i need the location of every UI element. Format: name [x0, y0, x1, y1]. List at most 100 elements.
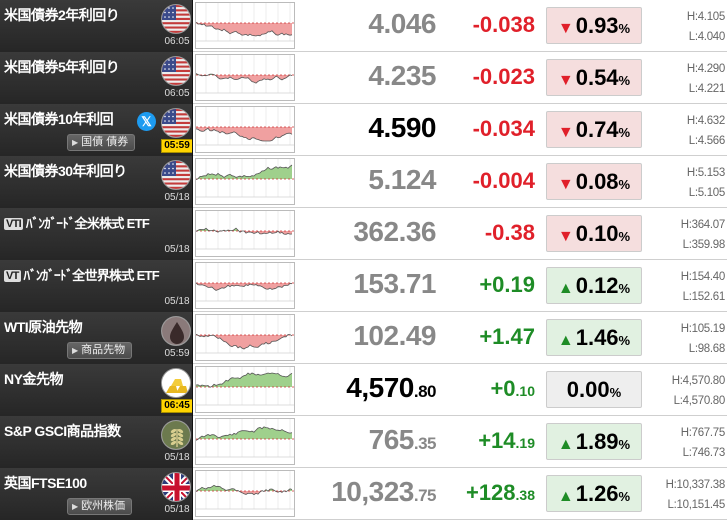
instrument-cell[interactable]: VT ﾊﾞﾝｶﾞｰﾄﾞ全世界株式 ETF 05/18 [0, 260, 193, 312]
percent-value: 0.74 [575, 117, 619, 142]
sparkline-chart[interactable] [195, 54, 295, 101]
arrow-down-icon: ▼ [557, 20, 574, 37]
quote-row[interactable]: 米国債券2年利回り 06:05 4.046 -0.038 ▼0.93% H:4.105 L:… [0, 0, 727, 52]
arrow-up-icon: ▲ [557, 280, 574, 297]
quote-row[interactable]: 英国FTSE100 ▶ 欧州株価 05/18 10,323.75 +128.38 ▲1.26… [0, 468, 727, 520]
price-integer: 102.49 [353, 320, 436, 351]
arrow-down-icon: ▼ [557, 72, 574, 89]
change-decimal: .38 [515, 487, 535, 503]
category-tag-button[interactable]: ▶ 国債 債券 [67, 134, 136, 151]
sparkline-chart[interactable] [195, 262, 295, 309]
arrow-down-icon: ▼ [557, 228, 574, 245]
update-time: 05/18 [164, 244, 190, 255]
instrument-cell[interactable]: S&P GSCI商品指数 05/18 [0, 416, 193, 468]
instrument-cell[interactable]: VTI ﾊﾞﾝｶﾞｰﾄﾞ全米株式 ETF 05/18 [0, 208, 193, 260]
quote-row[interactable]: WTI原油先物 ▶ 商品先物 05:59 102.49 +1.47 ▲1.46% H:105.… [0, 312, 727, 364]
sparkline-chart[interactable] [195, 314, 295, 361]
change-integer: +128 [465, 480, 516, 505]
sparkline-chart[interactable] [195, 2, 295, 49]
arrow-up-icon: ▲ [557, 488, 574, 505]
quote-row[interactable]: 米国債券5年利回り 06:05 4.235 -0.023 ▼0.54% H:4.290 L:… [0, 52, 727, 104]
change-integer: -0.038 [472, 12, 535, 37]
quote-row[interactable]: S&P GSCI商品指数 05/18 765.35 +14.19 ▲1.89% H:767… [0, 416, 727, 468]
percent-sign: % [618, 73, 631, 88]
instrument-name[interactable]: VT ﾊﾞﾝｶﾞｰﾄﾞ全世界株式 ETF [4, 265, 160, 284]
day-low: L:746.73 [682, 447, 726, 459]
instrument-cell[interactable]: 米国債券5年利回り 06:05 [0, 52, 193, 104]
instrument-name[interactable]: 米国債券2年利回り [4, 5, 120, 25]
last-price: 4.235 [300, 60, 436, 92]
net-change: -0.038 [440, 12, 535, 38]
percent-change-box: ▲1.26% [546, 475, 642, 512]
instrument-name[interactable]: S&P GSCI商品指数 [4, 421, 121, 441]
price-integer: 10,323 [331, 476, 414, 507]
day-high: H:767.75 [680, 427, 726, 439]
quote-row[interactable]: 米国債券30年利回り 05/18 5.124 -0.004 ▼0.08% H:5.153 L… [0, 156, 727, 208]
quote-row[interactable]: VTI ﾊﾞﾝｶﾞｰﾄﾞ全米株式 ETF 05/18 362.36 -0.38 ▼0.10… [0, 208, 727, 260]
percent-value: 1.89 [575, 429, 619, 454]
x-share-icon[interactable]: 𝕏 [137, 112, 156, 131]
instrument-name[interactable]: 米国債券10年利回 [4, 109, 114, 129]
instrument-name-text: 英国FTSE100 [4, 475, 87, 491]
percent-change-box: 0.00% [546, 371, 642, 408]
instrument-name-text: NY金先物 [4, 371, 63, 387]
net-change: -0.004 [440, 168, 535, 194]
price-decimal: .35 [413, 434, 437, 453]
price-integer: 4.235 [368, 60, 436, 91]
high-low: H:4.632 L:4.566 [646, 111, 725, 151]
update-time: 05/18 [164, 192, 190, 203]
update-time: 06:05 [164, 88, 190, 99]
sparkline-chart[interactable] [195, 158, 295, 205]
instrument-cell[interactable]: 米国債券2年利回り 06:05 [0, 0, 193, 52]
net-change: +128.38 [440, 480, 535, 506]
net-change: -0.38 [440, 220, 535, 246]
sparkline-chart[interactable] [195, 470, 295, 517]
sparkline-chart[interactable] [195, 210, 295, 257]
day-low: L:10,151.45 [667, 499, 726, 511]
day-high: H:4.105 [686, 11, 725, 23]
quote-row[interactable]: NY金先物 06:45 4,570.80 +0.10 0.00% H:4,570.80 L:… [0, 364, 727, 416]
day-high: H:4,570.80 [671, 375, 726, 387]
day-high: H:4.632 [686, 115, 725, 127]
category-tag-button[interactable]: ▶ 商品先物 [67, 342, 133, 359]
change-integer: -0.034 [472, 116, 535, 141]
quote-row[interactable]: VT ﾊﾞﾝｶﾞｰﾄﾞ全世界株式 ETF 05/18 153.71 +0.19 ▲0.12… [0, 260, 727, 312]
sparkline-chart[interactable] [195, 106, 295, 153]
net-change: +0.19 [440, 272, 535, 298]
update-time: 05/18 [164, 452, 190, 463]
update-time: 05:59 [161, 139, 192, 153]
category-tag-button[interactable]: ▶ 欧州株価 [67, 498, 133, 515]
instrument-name-text: 米国債券5年利回り [4, 59, 120, 75]
price-decimal: .75 [413, 486, 437, 505]
price-integer: 765 [368, 424, 415, 455]
percent-change-box: ▼0.93% [546, 7, 642, 44]
quote-row[interactable]: 米国債券10年利回 ▶ 国債 債券 𝕏 05:59 4.590 -0.034 ▼0.74% H:… [0, 104, 727, 156]
us-flag-icon [161, 160, 191, 190]
percent-value: 0.08 [575, 169, 619, 194]
instrument-name-text: WTI原油先物 [4, 319, 83, 335]
instrument-cell[interactable]: 英国FTSE100 ▶ 欧州株価 05/18 [0, 468, 193, 520]
play-triangle-icon: ▶ [72, 502, 79, 511]
instrument-name[interactable]: 英国FTSE100 [4, 473, 87, 493]
instrument-name[interactable]: 米国債券5年利回り [4, 57, 120, 77]
sparkline-chart[interactable] [195, 418, 295, 465]
arrow-down-icon: ▼ [557, 176, 574, 193]
high-low: H:4.290 L:4.221 [646, 59, 725, 99]
net-change: +0.10 [440, 376, 535, 402]
instrument-name[interactable]: WTI原油先物 [4, 317, 83, 337]
instrument-name[interactable]: NY金先物 [4, 369, 63, 389]
price-integer: 4.590 [368, 112, 436, 143]
instrument-name[interactable]: 米国債券30年利回り [4, 161, 127, 181]
instrument-cell[interactable]: 米国債券30年利回り 05/18 [0, 156, 193, 208]
last-price: 10,323.75 [300, 476, 436, 508]
day-high: H:5.153 [686, 167, 725, 179]
instrument-cell[interactable]: NY金先物 06:45 [0, 364, 193, 416]
instrument-cell[interactable]: WTI原油先物 ▶ 商品先物 05:59 [0, 312, 193, 364]
instrument-cell[interactable]: 米国債券10年利回 ▶ 国債 債券 𝕏 05:59 [0, 104, 193, 156]
instrument-name-text: 米国債券30年利回り [4, 163, 127, 179]
change-integer: -0.004 [472, 168, 535, 193]
instrument-name[interactable]: VTI ﾊﾞﾝｶﾞｰﾄﾞ全米株式 ETF [4, 213, 150, 232]
percent-change-box: ▼0.10% [546, 215, 642, 252]
percent-value: 0.00 [566, 377, 610, 402]
sparkline-chart[interactable] [195, 366, 295, 413]
